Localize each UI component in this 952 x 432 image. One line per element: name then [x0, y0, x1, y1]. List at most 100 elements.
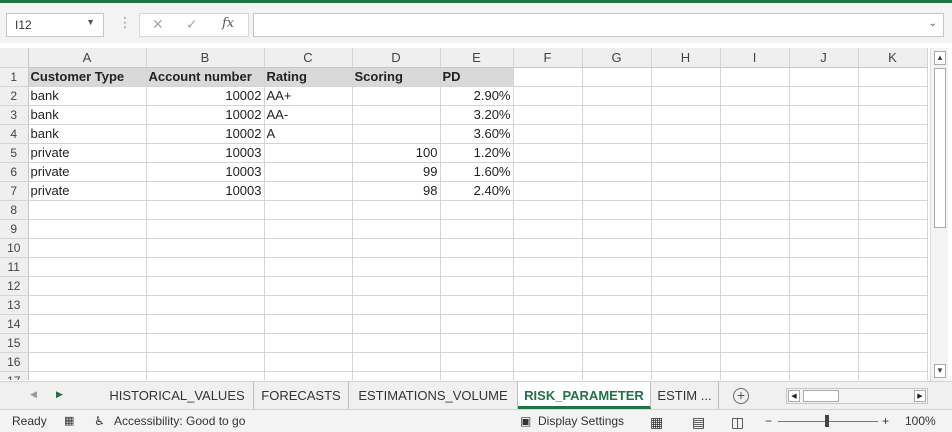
- cell-c17[interactable]: [264, 371, 353, 380]
- name-box[interactable]: I12 ▼: [6, 13, 104, 37]
- cell-f5[interactable]: [513, 143, 583, 163]
- cell-c1[interactable]: Rating: [264, 67, 353, 87]
- cell-e13[interactable]: [440, 295, 514, 315]
- cell-c9[interactable]: [264, 219, 353, 239]
- cell-c11[interactable]: [264, 257, 353, 277]
- cell-i12[interactable]: [720, 276, 790, 296]
- cell-e2[interactable]: 2.90%: [440, 86, 514, 106]
- cell-k16[interactable]: [858, 352, 928, 372]
- previous-sheet-icon[interactable]: ◀: [30, 389, 37, 400]
- row-header[interactable]: 14: [0, 314, 29, 334]
- cell-g7[interactable]: [582, 181, 652, 201]
- cell-k4[interactable]: [858, 124, 928, 144]
- row-header[interactable]: 13: [0, 295, 29, 315]
- cell-b16[interactable]: [146, 352, 265, 372]
- cell-b12[interactable]: [146, 276, 265, 296]
- column-header-j[interactable]: J: [789, 48, 859, 68]
- enter-check-icon[interactable]: ✓: [186, 16, 198, 33]
- cell-b6[interactable]: 10003: [146, 162, 265, 182]
- cell-j4[interactable]: [789, 124, 859, 144]
- cell-f2[interactable]: [513, 86, 583, 106]
- cell-j9[interactable]: [789, 219, 859, 239]
- cell-a14[interactable]: [28, 314, 147, 334]
- vertical-scroll-thumb[interactable]: [934, 68, 946, 228]
- cell-j1[interactable]: [789, 67, 859, 87]
- cell-h9[interactable]: [651, 219, 721, 239]
- cell-j12[interactable]: [789, 276, 859, 296]
- cell-d16[interactable]: [352, 352, 441, 372]
- column-header-f[interactable]: F: [513, 48, 583, 68]
- cell-h3[interactable]: [651, 105, 721, 125]
- cell-a1[interactable]: Customer Type: [28, 67, 147, 87]
- cell-f3[interactable]: [513, 105, 583, 125]
- cell-f7[interactable]: [513, 181, 583, 201]
- cell-i17[interactable]: [720, 371, 790, 380]
- cell-f4[interactable]: [513, 124, 583, 144]
- select-all-corner[interactable]: [0, 48, 29, 68]
- cell-g5[interactable]: [582, 143, 652, 163]
- cell-c10[interactable]: [264, 238, 353, 258]
- cell-b17[interactable]: [146, 371, 265, 380]
- column-header-b[interactable]: B: [146, 48, 265, 68]
- row-header[interactable]: 6: [0, 162, 29, 182]
- cell-d10[interactable]: [352, 238, 441, 258]
- cell-i15[interactable]: [720, 333, 790, 353]
- row-header[interactable]: 12: [0, 276, 29, 296]
- cell-k12[interactable]: [858, 276, 928, 296]
- cell-j16[interactable]: [789, 352, 859, 372]
- row-header[interactable]: 2: [0, 86, 29, 106]
- cell-g16[interactable]: [582, 352, 652, 372]
- cell-i5[interactable]: [720, 143, 790, 163]
- column-header-g[interactable]: G: [582, 48, 652, 68]
- cell-a5[interactable]: private: [28, 143, 147, 163]
- cell-a7[interactable]: private: [28, 181, 147, 201]
- cell-d11[interactable]: [352, 257, 441, 277]
- display-settings-icon[interactable]: ▣: [520, 414, 531, 428]
- cell-b14[interactable]: [146, 314, 265, 334]
- cell-a15[interactable]: [28, 333, 147, 353]
- cell-g12[interactable]: [582, 276, 652, 296]
- cell-f14[interactable]: [513, 314, 583, 334]
- cell-e10[interactable]: [440, 238, 514, 258]
- cell-e6[interactable]: 1.60%: [440, 162, 514, 182]
- cell-g13[interactable]: [582, 295, 652, 315]
- cell-b5[interactable]: 10003: [146, 143, 265, 163]
- row-header[interactable]: 7: [0, 181, 29, 201]
- cell-f15[interactable]: [513, 333, 583, 353]
- cell-g9[interactable]: [582, 219, 652, 239]
- cell-e14[interactable]: [440, 314, 514, 334]
- cell-j7[interactable]: [789, 181, 859, 201]
- cell-h14[interactable]: [651, 314, 721, 334]
- cell-k11[interactable]: [858, 257, 928, 277]
- cell-i2[interactable]: [720, 86, 790, 106]
- display-settings-button[interactable]: Display Settings: [538, 414, 624, 428]
- row-header[interactable]: 8: [0, 200, 29, 220]
- cell-b7[interactable]: 10003: [146, 181, 265, 201]
- cell-d4[interactable]: [352, 124, 441, 144]
- column-header-h[interactable]: H: [651, 48, 721, 68]
- row-header[interactable]: 11: [0, 257, 29, 277]
- cell-j13[interactable]: [789, 295, 859, 315]
- row-header[interactable]: 5: [0, 143, 29, 163]
- sheet-tab-historical-values[interactable]: HISTORICAL_VALUES: [101, 382, 254, 409]
- cell-d17[interactable]: [352, 371, 441, 380]
- cell-f10[interactable]: [513, 238, 583, 258]
- next-sheet-icon[interactable]: ▶: [56, 389, 63, 400]
- cell-d7[interactable]: 98: [352, 181, 441, 201]
- cell-a11[interactable]: [28, 257, 147, 277]
- cell-i6[interactable]: [720, 162, 790, 182]
- zoom-level[interactable]: 100%: [905, 414, 936, 428]
- cell-k5[interactable]: [858, 143, 928, 163]
- normal-view-icon[interactable]: ▦: [650, 414, 666, 430]
- cell-i13[interactable]: [720, 295, 790, 315]
- horizontal-scrollbar[interactable]: ◀ ▶: [786, 388, 928, 404]
- cell-j14[interactable]: [789, 314, 859, 334]
- cell-j3[interactable]: [789, 105, 859, 125]
- cell-f12[interactable]: [513, 276, 583, 296]
- cell-k7[interactable]: [858, 181, 928, 201]
- cell-a10[interactable]: [28, 238, 147, 258]
- cell-g8[interactable]: [582, 200, 652, 220]
- cell-g2[interactable]: [582, 86, 652, 106]
- cell-h6[interactable]: [651, 162, 721, 182]
- cell-e3[interactable]: 3.20%: [440, 105, 514, 125]
